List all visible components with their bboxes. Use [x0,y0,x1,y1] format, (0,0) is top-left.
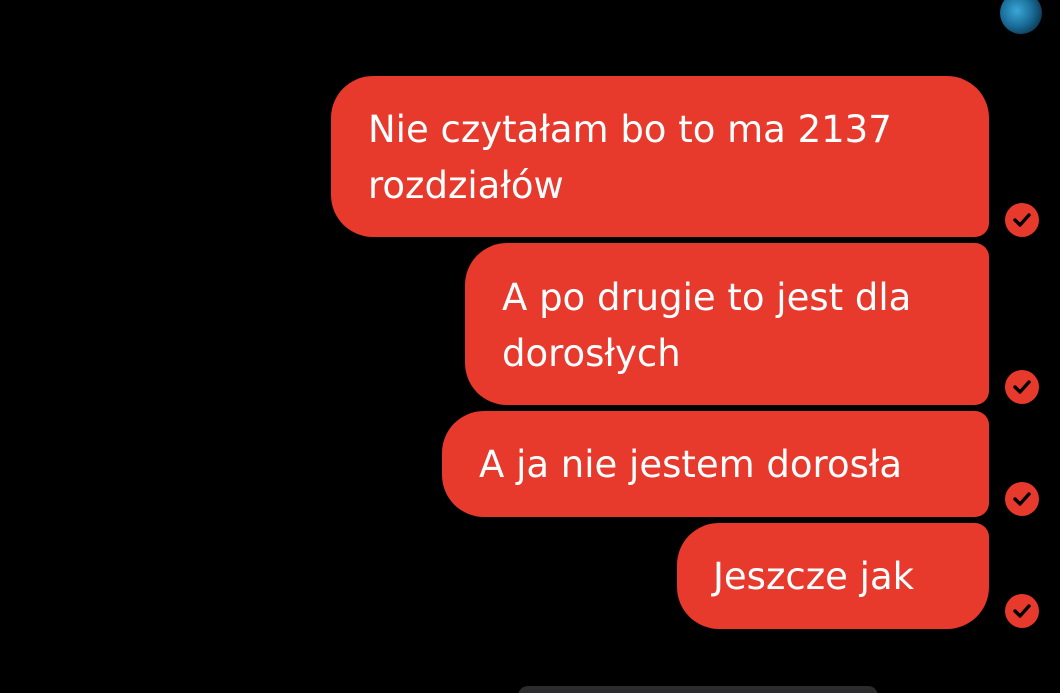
bottom-overlay [518,686,878,693]
contact-avatar[interactable] [1000,0,1042,34]
message-bubble[interactable]: A ja nie jestem dorosła [442,411,989,517]
message-line: dorosłych [502,332,681,375]
check-icon [1005,482,1039,516]
message-line: rozdziałów [368,164,564,207]
message-line: A ja nie jestem dorosła [479,443,903,486]
check-icon [1005,370,1039,404]
check-icon [1005,594,1039,628]
message-line: A po drugie to jest dla [502,276,912,319]
message-bubble[interactable]: Nie czytałam bo to ma 2137 rozdziałów [331,76,989,237]
message-line: Jeszcze jak [713,555,915,598]
check-icon [1005,203,1039,237]
message-bubble[interactable]: Jeszcze jak [677,523,989,629]
message-bubble[interactable]: A po drugie to jest dla dorosłych [465,243,989,405]
message-line: Nie czytałam bo to ma 2137 [368,108,892,151]
